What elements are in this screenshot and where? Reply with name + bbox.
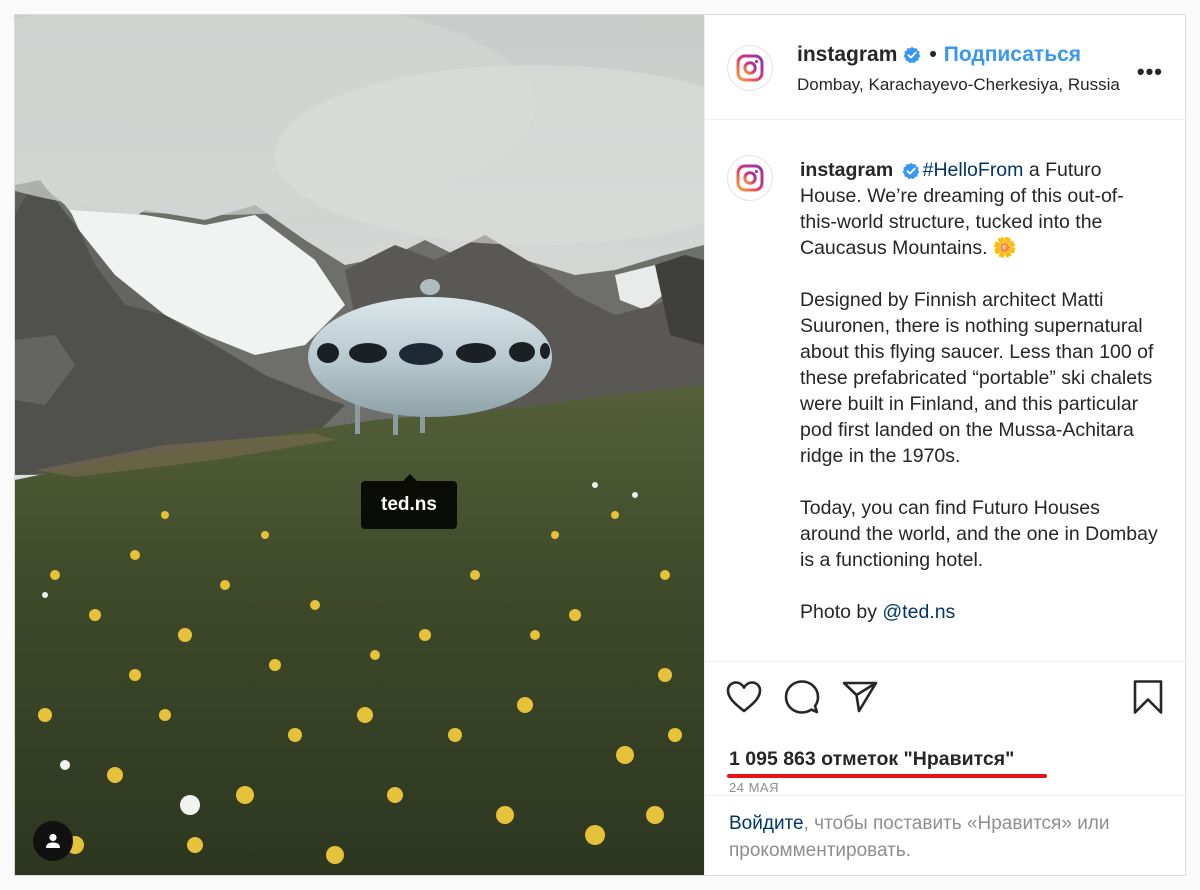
likes-count[interactable]: 1 095 863 отметок "Нравится" bbox=[729, 748, 1014, 771]
photo-user-tag[interactable]: ted.ns bbox=[361, 474, 457, 529]
instagram-post: ted.ns instagram • Подписаться Dombay, K… bbox=[14, 14, 1186, 876]
caption-paragraph-3: Today, you can find Futuro Houses around… bbox=[800, 497, 1158, 571]
comment-icon bbox=[784, 680, 820, 714]
hashtag-link[interactable]: #HelloFrom bbox=[923, 159, 1024, 181]
more-options-button[interactable]: ••• bbox=[1137, 59, 1163, 85]
login-prompt: Войдите, чтобы поставить «Нравится» или … bbox=[705, 795, 1185, 875]
post-caption: instagram #HelloFrom a Futuro House. We’… bbox=[800, 157, 1160, 651]
verified-badge-icon bbox=[903, 46, 921, 64]
post-header: instagram • Подписаться Dombay, Karachay… bbox=[705, 15, 1185, 120]
photo-credit-link[interactable]: @ted.ns bbox=[882, 601, 955, 623]
follow-button[interactable]: Подписаться bbox=[944, 43, 1081, 67]
user-icon bbox=[46, 833, 60, 848]
send-icon bbox=[842, 681, 878, 713]
photo-credit-label: Photo by bbox=[800, 601, 883, 623]
like-button[interactable] bbox=[725, 678, 763, 716]
photo-illustration bbox=[15, 15, 704, 875]
caption-username[interactable]: instagram bbox=[800, 159, 893, 181]
login-link[interactable]: Войдите bbox=[729, 813, 804, 834]
heart-icon bbox=[726, 681, 762, 713]
avatar[interactable] bbox=[727, 45, 773, 91]
user-tags-button[interactable] bbox=[33, 821, 73, 861]
post-side-panel: instagram • Подписаться Dombay, Karachay… bbox=[704, 15, 1185, 875]
bookmark-icon bbox=[1133, 680, 1163, 714]
share-button[interactable] bbox=[841, 678, 879, 716]
post-actions: 1 095 863 отметок "Нравится" 24 МАЯ bbox=[705, 661, 1185, 796]
separator-dot: • bbox=[929, 43, 937, 66]
red-underline-annotation bbox=[727, 774, 1047, 778]
post-date[interactable]: 24 МАЯ bbox=[729, 780, 779, 795]
caption-avatar[interactable] bbox=[727, 155, 773, 201]
instagram-logo-icon bbox=[736, 54, 764, 82]
save-button[interactable] bbox=[1129, 678, 1167, 716]
post-photo[interactable]: ted.ns bbox=[15, 15, 704, 875]
instagram-logo-icon bbox=[736, 164, 764, 192]
post-location[interactable]: Dombay, Karachayevo-Cherkesiya, Russia bbox=[797, 75, 1120, 95]
author-username[interactable]: instagram bbox=[797, 43, 897, 67]
caption-area: instagram #HelloFrom a Futuro House. We’… bbox=[705, 119, 1185, 661]
caption-paragraph-2: Designed by Finnish architect Matti Suur… bbox=[800, 289, 1154, 467]
verified-badge-icon bbox=[902, 162, 920, 179]
comment-button[interactable] bbox=[783, 678, 821, 716]
